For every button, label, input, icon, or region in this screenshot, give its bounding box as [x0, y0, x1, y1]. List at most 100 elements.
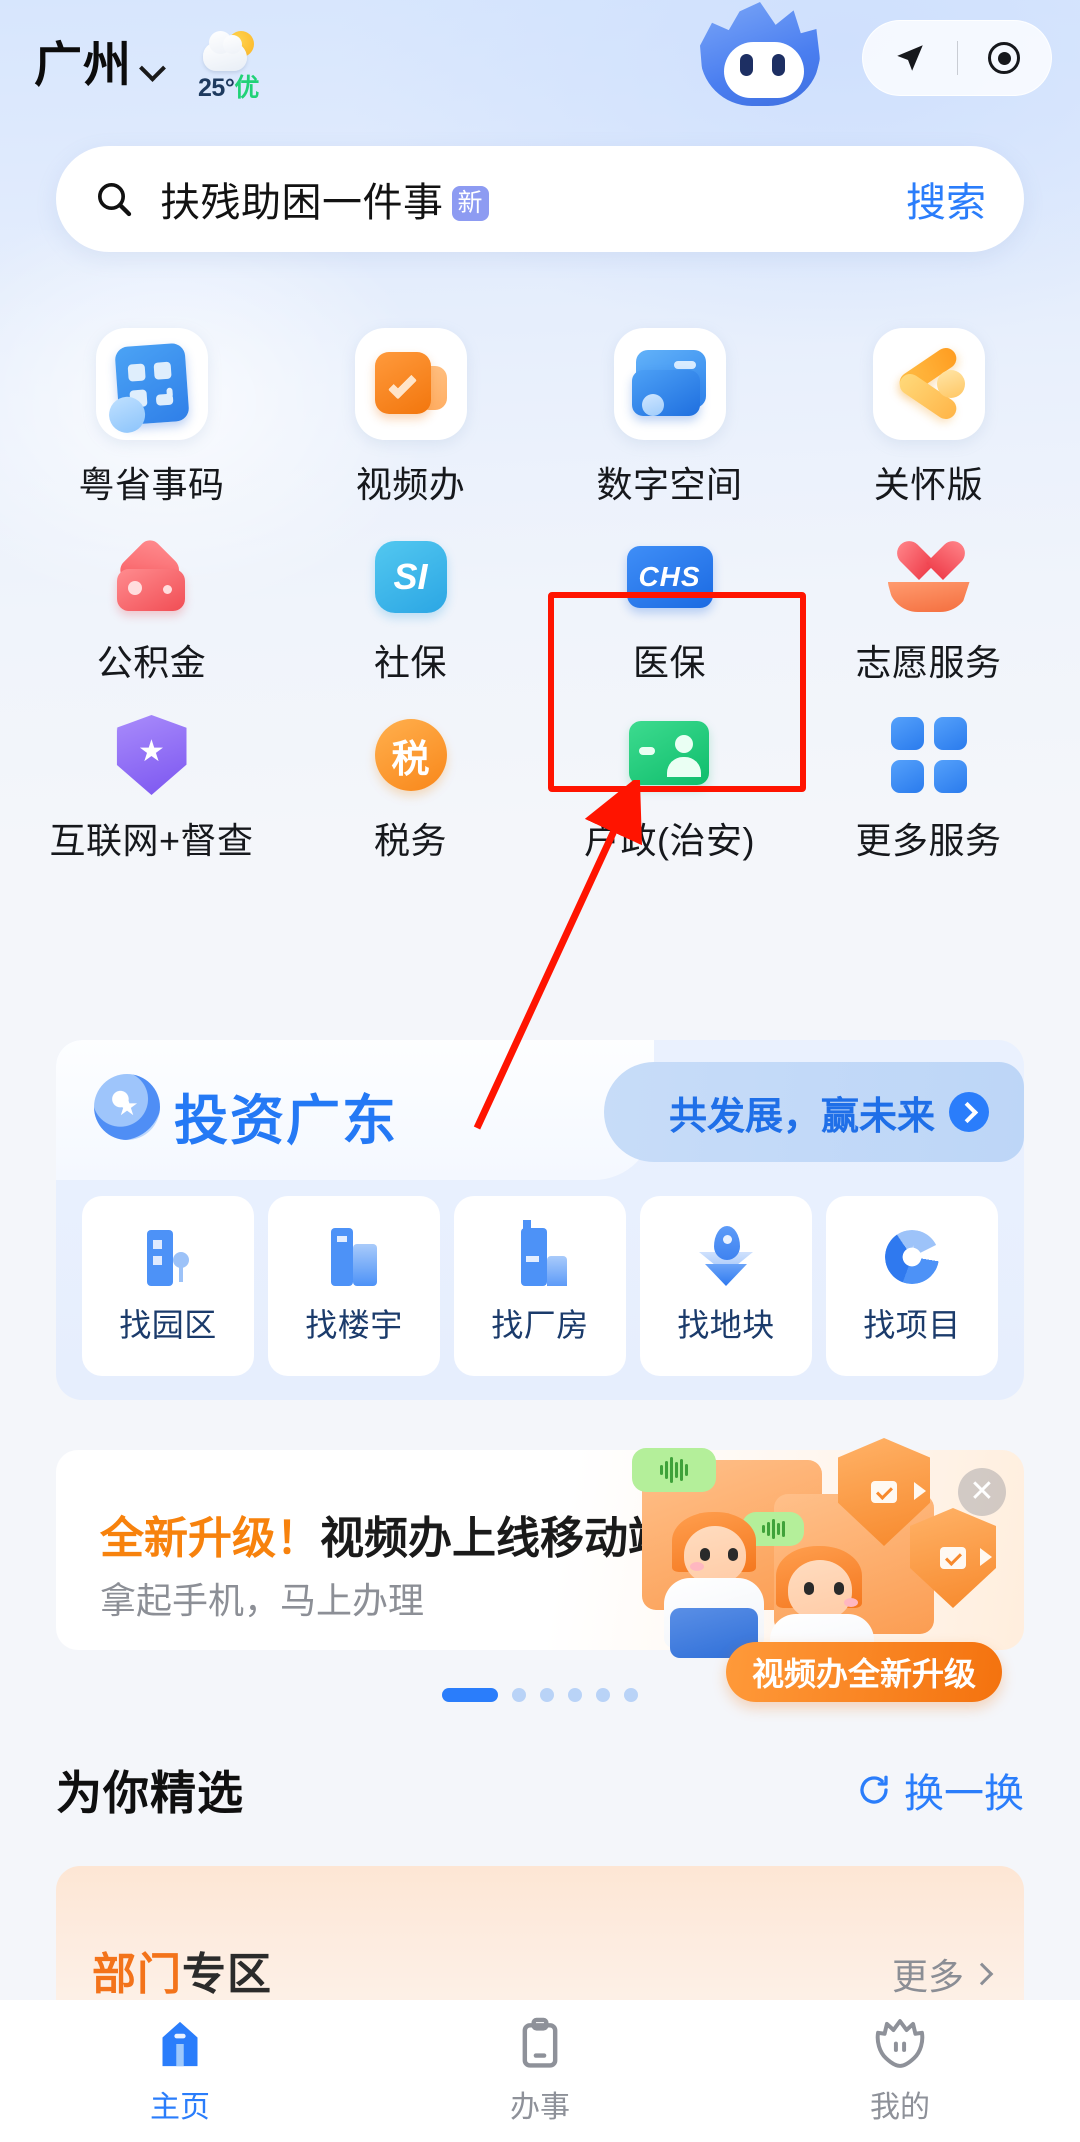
park-building-icon	[137, 1226, 199, 1288]
aqi-value: 优	[234, 74, 259, 102]
quick-entry-label: 公积金	[96, 642, 207, 683]
quick-entry-label: 更多服务	[855, 820, 1002, 861]
featured-section-header: 为你精选 换一换	[56, 1758, 1024, 1822]
carousel-dot[interactable]	[540, 1688, 554, 1702]
invest-item-label: 找楼宇	[305, 1307, 403, 1343]
section-title: 为你精选	[56, 1767, 244, 1819]
quick-entry-more-services[interactable]: 更多服务	[799, 712, 1058, 864]
carousel-dot[interactable]	[596, 1688, 610, 1702]
tab-services[interactable]: 办事	[360, 2016, 720, 2126]
quick-entry-internet-supervision[interactable]: ★ 互联网+督查	[22, 712, 281, 864]
app-header: 广州 25°优	[0, 0, 1080, 132]
si-badge-icon: SI	[368, 534, 454, 620]
annotation-highlight-box	[548, 592, 806, 792]
four-squares-icon	[886, 712, 972, 798]
quick-entry-label: 志愿服务	[855, 642, 1002, 683]
profile-mascot-icon	[875, 2019, 925, 2068]
carousel-dot[interactable]	[568, 1688, 582, 1702]
tax-circle-icon: 税	[368, 712, 454, 798]
system-capsule	[862, 20, 1052, 96]
department-zone-title: 部门专区	[92, 1938, 272, 2002]
carousel-dot[interactable]	[624, 1688, 638, 1702]
chevron-down-icon	[142, 58, 164, 80]
invest-item-label: 找地块	[677, 1307, 775, 1343]
invest-slogan-text: 共发展，赢未来	[668, 1095, 935, 1138]
qr-code-card-icon	[95, 328, 208, 440]
quick-entry-label: 社保	[373, 642, 447, 683]
city-name: 广州	[34, 39, 133, 92]
navigation-arrow-icon[interactable]	[863, 41, 957, 75]
tab-label: 办事	[510, 2091, 570, 2124]
quick-entry-label: 关怀版	[873, 464, 984, 505]
refresh-label: 换一换	[904, 1772, 1024, 1816]
search-input[interactable]: 扶残助困一件事新	[160, 170, 490, 228]
home-icon	[162, 2021, 198, 2067]
quick-entry-housing-fund[interactable]: 公积金	[22, 534, 281, 686]
quick-entry-social-insurance[interactable]: SI 社保	[281, 534, 540, 686]
promo-title-rest: 视频办上线移动端	[320, 1514, 672, 1563]
promo-ribbon: 视频办全新升级	[725, 1642, 1002, 1702]
search-button[interactable]: 搜索	[906, 170, 986, 228]
invest-item-label: 找园区	[119, 1307, 217, 1343]
sun-behind-cloud-icon	[199, 31, 257, 71]
invest-item-factory[interactable]: 找厂房	[454, 1196, 626, 1376]
tab-label: 我的	[870, 2091, 930, 2124]
search-icon	[98, 183, 132, 217]
purple-shield-star-icon: ★	[109, 712, 195, 798]
quick-entry-label: 视频办	[355, 464, 466, 505]
quick-entry-label: 数字空间	[596, 464, 743, 505]
quick-entry-label: 互联网+督查	[49, 820, 254, 861]
department-zone-more-link[interactable]: 更多	[891, 1948, 994, 2000]
invest-item-label: 找项目	[863, 1307, 961, 1343]
quick-entry-video-service[interactable]: 视频办	[281, 318, 540, 508]
red-house-icon	[109, 534, 195, 620]
close-icon[interactable]: ✕	[958, 1468, 1006, 1516]
dept-title-orange: 部门	[92, 1950, 182, 1999]
invest-card-title: 投资广东	[174, 1091, 398, 1151]
invest-item-project[interactable]: ✦ 找项目	[826, 1196, 998, 1376]
quick-entry-volunteer-service[interactable]: 志愿服务	[799, 534, 1058, 686]
tab-home[interactable]: 主页	[0, 2016, 360, 2126]
promo-title-highlight: 全新升级！	[100, 1514, 320, 1563]
bottom-tab-bar: 主页 办事 我的	[0, 2000, 1080, 2142]
invest-item-land[interactable]: 找地块	[640, 1196, 812, 1376]
annotation-arrow	[473, 780, 643, 1130]
chevron-right-circle-icon	[949, 1092, 989, 1132]
dept-more-label: 更多	[891, 1956, 964, 1997]
carousel-dot[interactable]	[512, 1688, 526, 1702]
project-swirl-icon: ✦	[881, 1226, 943, 1288]
tab-profile[interactable]: 我的	[720, 2016, 1080, 2126]
quick-entry-care-version[interactable]: 关怀版	[799, 318, 1058, 508]
search-bar[interactable]: 扶残助困一件事新 搜索	[56, 146, 1024, 252]
tab-label: 主页	[150, 2091, 210, 2124]
quick-grid-row-1: 粤省事码 视频办 数字空间 关怀版	[22, 318, 1058, 508]
temperature-value: 25°	[198, 74, 235, 102]
carousel-dot[interactable]	[442, 1688, 498, 1702]
weather-readout: 25°优	[198, 76, 259, 101]
quick-entry-label: 税务	[373, 820, 447, 861]
search-new-badge: 新	[451, 186, 490, 221]
orange-ribbon-icon	[872, 328, 985, 440]
video-check-icon	[354, 328, 467, 440]
invest-guangdong-logo-icon	[94, 1074, 160, 1140]
office-tower-icon	[323, 1226, 385, 1288]
quick-entry-yuesheng-code[interactable]: 粤省事码	[22, 318, 281, 508]
search-query-text: 扶残助困一件事	[160, 181, 444, 225]
factory-icon	[509, 1220, 571, 1288]
invest-item-building[interactable]: 找楼宇	[268, 1196, 440, 1376]
city-selector[interactable]: 广州	[34, 42, 164, 90]
promo-banner[interactable]: 全新升级！视频办上线移动端 拿起手机，马上办理 ✕ 视频办全新升级	[56, 1438, 1024, 1702]
blue-folder-icon	[613, 328, 726, 440]
record-circle-icon[interactable]	[958, 42, 1052, 74]
refresh-icon	[860, 1775, 888, 1804]
invest-item-park[interactable]: 找园区	[82, 1196, 254, 1376]
clipboard-icon	[522, 2017, 558, 2068]
dept-title-dark: 专区	[182, 1950, 272, 1999]
chevron-right-icon	[970, 1962, 994, 1986]
promo-title: 全新升级！视频办上线移动端	[100, 1502, 672, 1566]
refresh-button[interactable]: 换一换	[856, 1761, 1024, 1819]
quick-entry-digital-space[interactable]: 数字空间	[540, 318, 799, 508]
weather-widget[interactable]: 25°优	[198, 31, 259, 101]
promo-subtitle: 拿起手机，马上办理	[100, 1580, 425, 1621]
land-pin-icon	[695, 1226, 757, 1288]
